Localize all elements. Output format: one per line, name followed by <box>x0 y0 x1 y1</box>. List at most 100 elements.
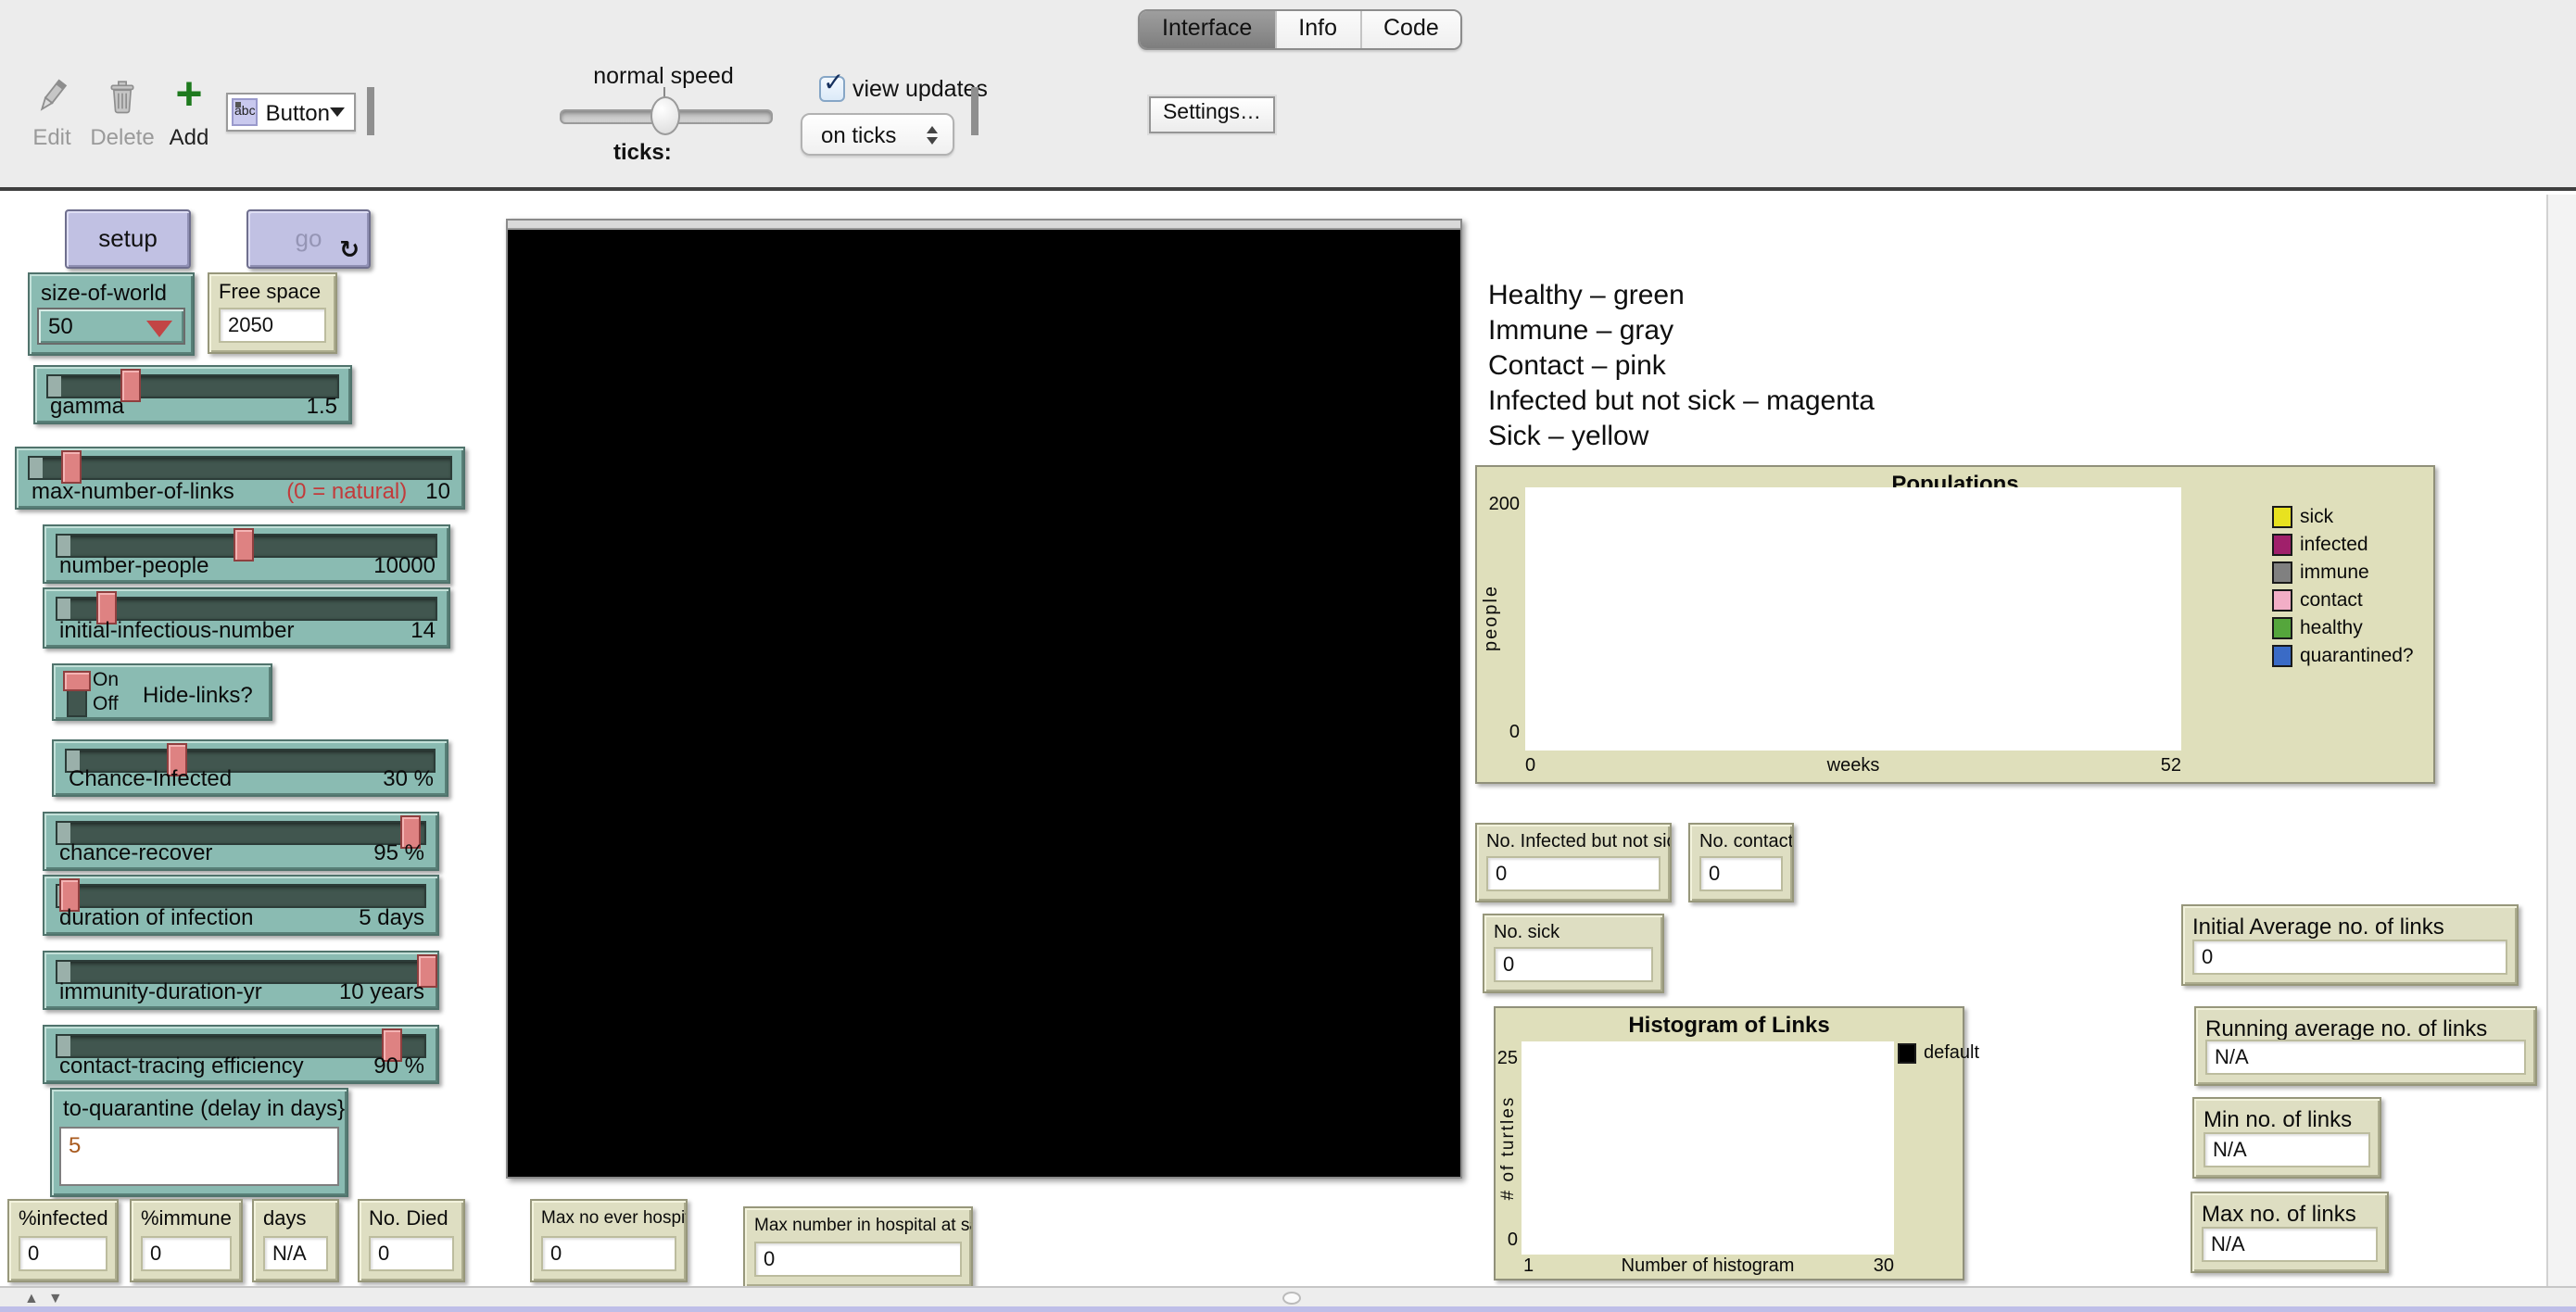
note-line: Healthy – green <box>1488 280 1685 311</box>
check-icon: ✓ <box>823 67 845 96</box>
monitor-label: No. Died <box>369 1208 448 1230</box>
chooser-label: size-of-world <box>41 280 168 306</box>
monitor-max-ever-hospitalised: Max no ever hospitalised 0 <box>530 1199 688 1282</box>
slider-chance-infected[interactable]: Chance-Infected 30 % <box>52 739 448 797</box>
x-max-label: 52 <box>2160 756 2181 776</box>
y-max-label: 25 <box>1496 1049 1518 1069</box>
legend-swatch <box>2272 534 2292 556</box>
netlogo-window: Edit Delete + Add abc Button normal spee… <box>0 0 2576 1312</box>
y-min-label: 0 <box>1507 1230 1518 1251</box>
chooser-value-text: 50 <box>48 313 73 339</box>
slider-value: 5 days <box>359 904 424 930</box>
edit-label: Edit <box>32 124 71 150</box>
monitor-max-in-hospital-same-time: Max number in hospital at same time 0 <box>743 1206 973 1288</box>
y-min-label: 0 <box>1509 723 1520 743</box>
slider-initial-infectious-number[interactable]: initial-infectious-number 14 <box>43 587 450 649</box>
slider-label: chance-recover <box>59 839 213 865</box>
chooser-triangle-icon <box>146 321 172 337</box>
tab-info[interactable]: Info <box>1274 11 1359 48</box>
switch-hide-links[interactable]: On Off Hide-links? <box>52 663 272 721</box>
add-label: Add <box>169 124 209 150</box>
legend-swatch <box>2272 506 2292 528</box>
view-top-strip <box>508 221 1460 230</box>
slider-chance-recover[interactable]: chance-recover 95 % <box>43 812 439 871</box>
forever-icon: ↻ <box>339 235 360 263</box>
x-max-label: 30 <box>1873 1256 1894 1277</box>
legend-swatch <box>2272 645 2292 667</box>
slider-duration-of-infection[interactable]: duration of infection 5 days <box>43 875 439 936</box>
view-updates-checkbox[interactable]: ✓ <box>819 67 845 102</box>
tab-bar: Interface Info Code <box>1138 9 1463 50</box>
slider-label: Chance-Infected <box>69 765 233 791</box>
slider-gamma[interactable]: gamma 1.5 <box>33 365 352 424</box>
slider-value: 10 <box>425 478 450 504</box>
slider-label: gamma <box>50 393 125 419</box>
legend-label: infected <box>2300 534 2368 556</box>
monitor-value: 0 <box>754 1242 962 1277</box>
slider-value: 90 % <box>373 1053 424 1079</box>
monitor-value: 0 <box>1486 856 1661 891</box>
slider-number-people[interactable]: number-people 10000 <box>43 524 450 584</box>
slider-max-number-of-links[interactable]: max-number-of-links (0 = natural) 10 <box>15 447 465 510</box>
horizontal-scrollbar-thumb[interactable] <box>1282 1292 1301 1305</box>
switch-knob[interactable] <box>63 671 91 691</box>
monitor-label: No. Infected but not sick <box>1486 832 1670 852</box>
monitor-value: 2050 <box>219 308 326 343</box>
input-field[interactable]: 5 <box>59 1127 339 1186</box>
monitor-running-avg-links: Running average no. of links N/A <box>2194 1006 2537 1086</box>
update-mode-value: on ticks <box>821 121 897 147</box>
plot-area <box>1522 1041 1894 1255</box>
vertical-scrollbar[interactable] <box>2546 195 2576 1286</box>
command-center-splitter[interactable]: ▲▼ <box>0 1286 2576 1306</box>
monitor-value: 0 <box>19 1236 107 1271</box>
monitor-label: No. sick <box>1494 923 1560 943</box>
slider-value: 10000 <box>373 552 436 578</box>
chevron-down-icon <box>330 107 345 117</box>
x-axis-label: Number of histogram <box>1621 1256 1795 1277</box>
monitor-min-links: Min no. of links N/A <box>2192 1097 2381 1179</box>
slider-track[interactable] <box>28 456 452 480</box>
monitor-value: 0 <box>541 1236 676 1271</box>
slider-immunity-duration-yr[interactable]: immunity-duration-yr 10 years <box>43 951 439 1010</box>
splitter-arrows-icon[interactable]: ▲▼ <box>24 1290 72 1306</box>
legend-label: quarantined? <box>2300 645 2414 667</box>
delete-label: Delete <box>90 124 155 150</box>
tab-code[interactable]: Code <box>1359 11 1461 48</box>
plus-icon: + <box>175 69 203 120</box>
widget-type-dropdown[interactable]: abc Button <box>226 93 356 132</box>
setup-button[interactable]: setup <box>65 209 191 269</box>
monitor-no-sick: No. sick 0 <box>1483 914 1664 993</box>
settings-button[interactable]: Settings… <box>1147 95 1277 135</box>
edit-button[interactable]: Edit <box>19 74 85 150</box>
monitor-label: Free space <box>219 282 322 304</box>
slider-value: 10 years <box>338 978 424 1004</box>
monitor-label: No. contacts <box>1699 832 1792 852</box>
note-line: Sick – yellow <box>1488 421 1649 452</box>
histogram-of-links-plot: Histogram of Links 25 0 # of turtles 1 N… <box>1494 1006 1979 1280</box>
update-mode-dropdown[interactable]: on ticks <box>801 113 954 156</box>
legend-swatch <box>2272 561 2292 584</box>
monitor-value: 0 <box>1699 856 1783 891</box>
widget-type-value: Button <box>265 99 330 125</box>
slider-value: 95 % <box>373 839 424 865</box>
world-view[interactable] <box>506 219 1462 1179</box>
input-to-quarantine[interactable]: to-quarantine (delay in days} 5 <box>50 1088 348 1197</box>
note-line: Contact – pink <box>1488 350 1666 382</box>
chooser-size-of-world[interactable]: size-of-world 50 <box>28 272 195 356</box>
toolbar: Edit Delete + Add abc Button normal spee… <box>0 0 2576 191</box>
add-button[interactable]: + Add <box>156 69 222 150</box>
monitor-value: 0 <box>369 1236 454 1271</box>
go-button[interactable]: go ↻ <box>246 209 371 269</box>
monitor-label: Running average no. of links <box>2205 1016 2488 1041</box>
plot-title: Histogram of Links <box>1628 1012 1830 1038</box>
slider-label: duration of infection <box>59 904 254 930</box>
tab-interface[interactable]: Interface <box>1140 11 1275 48</box>
slider-value: 14 <box>410 617 436 643</box>
populations-plot: Populations 200 0 people 0 weeks 52 sick… <box>1475 465 2435 784</box>
chooser-value[interactable]: 50 <box>37 308 185 345</box>
delete-button[interactable]: Delete <box>85 74 159 150</box>
slider-contact-tracing-efficiency[interactable]: contact-tracing efficiency 90 % <box>43 1025 439 1084</box>
legend-item: sick <box>2272 506 2333 528</box>
slider-label: initial-infectious-number <box>59 617 295 643</box>
speed-slider-handle[interactable] <box>650 96 680 135</box>
